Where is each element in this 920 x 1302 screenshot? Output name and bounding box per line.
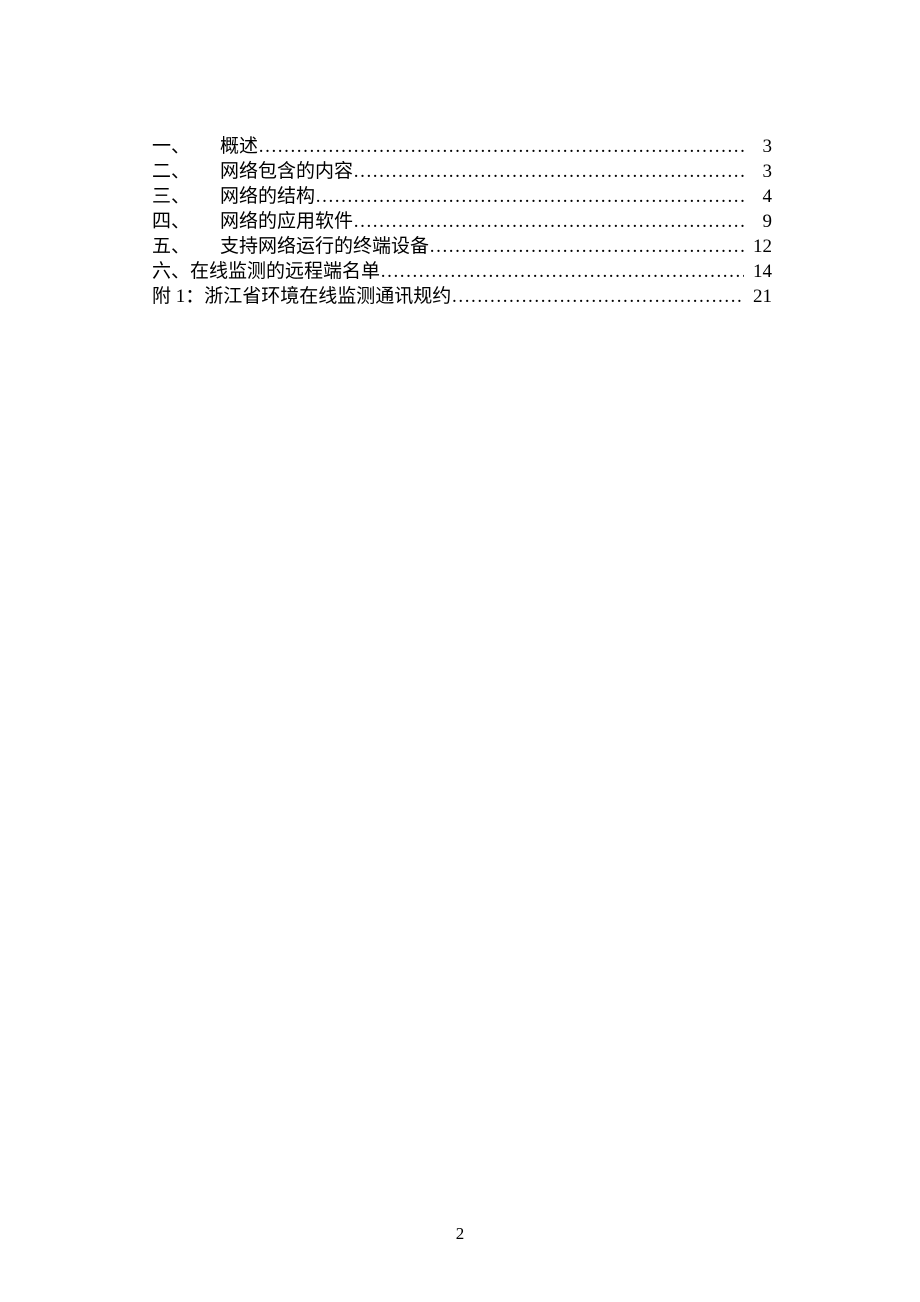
toc-leader-dots	[380, 259, 744, 284]
table-of-contents: 一、 概述 3 二、 网络包含的内容 3 三、 网络的结构 4 四、 网络的应用…	[152, 134, 772, 309]
toc-entry: 三、 网络的结构 4	[152, 184, 772, 209]
toc-page-number: 3	[744, 134, 772, 159]
toc-leader-dots	[353, 159, 744, 184]
toc-title: 网络的结构	[220, 184, 315, 209]
toc-page-number: 12	[744, 234, 772, 259]
toc-leader-dots	[451, 284, 744, 309]
toc-entry: 二、 网络包含的内容 3	[152, 159, 772, 184]
toc-number: 三、	[152, 184, 190, 209]
toc-leader-dots	[353, 209, 744, 234]
toc-page-number: 21	[744, 284, 772, 309]
toc-number: 附 1：	[152, 284, 204, 309]
toc-title: 网络的应用软件	[220, 209, 353, 234]
toc-entry: 附 1： 浙江省环境在线监测通讯规约 21	[152, 284, 772, 309]
toc-number: 四、	[152, 209, 190, 234]
toc-leader-dots	[429, 234, 744, 259]
toc-number: 六、	[152, 259, 190, 284]
toc-entry: 一、 概述 3	[152, 134, 772, 159]
toc-title: 浙江省环境在线监测通讯规约	[204, 284, 451, 309]
toc-number: 二、	[152, 159, 190, 184]
page-number: 2	[0, 1224, 920, 1244]
toc-page-number: 4	[744, 184, 772, 209]
toc-title: 概述	[220, 134, 258, 159]
toc-entry: 六、 在线监测的远程端名单 14	[152, 259, 772, 284]
toc-title: 网络包含的内容	[220, 159, 353, 184]
toc-page-number: 14	[744, 259, 772, 284]
toc-number: 一、	[152, 134, 190, 159]
toc-entry: 四、 网络的应用软件 9	[152, 209, 772, 234]
toc-leader-dots	[315, 184, 744, 209]
toc-entry: 五、 支持网络运行的终端设备 12	[152, 234, 772, 259]
toc-leader-dots	[258, 134, 744, 159]
toc-title: 在线监测的远程端名单	[190, 259, 380, 284]
toc-page-number: 3	[744, 159, 772, 184]
toc-title: 支持网络运行的终端设备	[220, 234, 429, 259]
toc-page-number: 9	[744, 209, 772, 234]
toc-number: 五、	[152, 234, 190, 259]
